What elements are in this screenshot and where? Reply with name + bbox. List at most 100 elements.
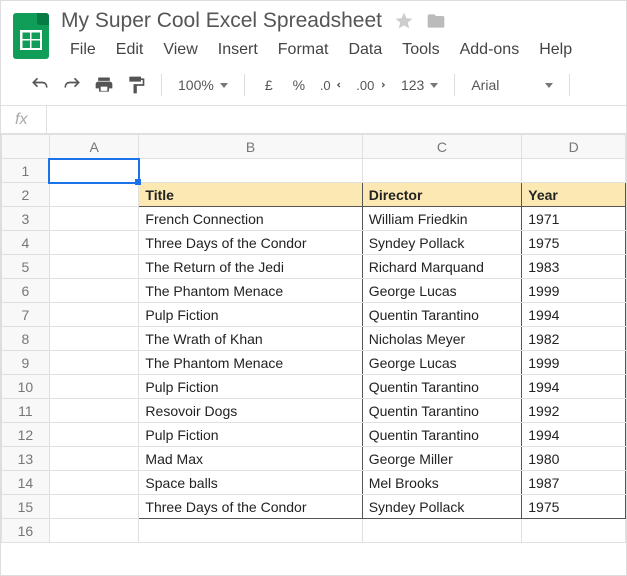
cell[interactable] bbox=[49, 327, 139, 351]
cell[interactable]: Mad Max bbox=[139, 447, 362, 471]
menu-edit[interactable]: Edit bbox=[107, 37, 153, 63]
star-icon[interactable] bbox=[394, 11, 414, 31]
paint-format-button[interactable] bbox=[123, 73, 149, 97]
column-header-B[interactable]: B bbox=[139, 135, 362, 159]
row-header[interactable]: 9 bbox=[2, 351, 50, 375]
cell[interactable] bbox=[49, 255, 139, 279]
row-header[interactable]: 4 bbox=[2, 231, 50, 255]
number-format-dropdown[interactable]: 123 bbox=[397, 77, 442, 93]
cell[interactable]: Pulp Fiction bbox=[139, 423, 362, 447]
cell[interactable]: George Lucas bbox=[362, 279, 522, 303]
print-button[interactable] bbox=[91, 73, 117, 97]
row-header[interactable]: 13 bbox=[2, 447, 50, 471]
row-header[interactable]: 8 bbox=[2, 327, 50, 351]
cell[interactable]: Nicholas Meyer bbox=[362, 327, 522, 351]
cell[interactable]: 1999 bbox=[522, 351, 626, 375]
cell[interactable]: George Lucas bbox=[362, 351, 522, 375]
menu-insert[interactable]: Insert bbox=[209, 37, 267, 63]
cell[interactable] bbox=[362, 519, 522, 543]
cell[interactable] bbox=[49, 183, 139, 207]
cell[interactable]: Director bbox=[362, 183, 522, 207]
increase-decimal-button[interactable]: .00 bbox=[353, 73, 391, 97]
row-header[interactable]: 15 bbox=[2, 495, 50, 519]
cell[interactable]: 1980 bbox=[522, 447, 626, 471]
cell[interactable]: 1971 bbox=[522, 207, 626, 231]
cell[interactable] bbox=[49, 519, 139, 543]
row-header[interactable]: 2 bbox=[2, 183, 50, 207]
menu-view[interactable]: View bbox=[154, 37, 206, 63]
row-header[interactable]: 1 bbox=[2, 159, 50, 183]
spreadsheet-grid[interactable]: A B C D 12 TitleDirectorYear 3 French Conne… bbox=[1, 134, 626, 543]
cell[interactable]: The Phantom Menace bbox=[139, 279, 362, 303]
cell[interactable]: 1992 bbox=[522, 399, 626, 423]
cell[interactable] bbox=[522, 519, 626, 543]
cell[interactable]: Syndey Pollack bbox=[362, 495, 522, 519]
cell[interactable]: Title bbox=[139, 183, 362, 207]
percent-button[interactable]: % bbox=[287, 73, 311, 97]
cell[interactable]: Three Days of the Condor bbox=[139, 231, 362, 255]
cell[interactable] bbox=[49, 231, 139, 255]
menu-data[interactable]: Data bbox=[339, 37, 391, 63]
select-all-corner[interactable] bbox=[2, 135, 50, 159]
currency-button[interactable]: £ bbox=[257, 73, 281, 97]
cell[interactable]: Pulp Fiction bbox=[139, 303, 362, 327]
cell[interactable]: 1982 bbox=[522, 327, 626, 351]
cell[interactable] bbox=[49, 423, 139, 447]
row-header[interactable]: 12 bbox=[2, 423, 50, 447]
column-header-D[interactable]: D bbox=[522, 135, 626, 159]
decrease-decimal-button[interactable]: .0 bbox=[317, 73, 347, 97]
cell[interactable] bbox=[49, 351, 139, 375]
menu-help[interactable]: Help bbox=[530, 37, 581, 63]
cell[interactable]: Three Days of the Condor bbox=[139, 495, 362, 519]
sheets-logo[interactable] bbox=[13, 13, 49, 59]
folder-icon[interactable] bbox=[426, 11, 446, 31]
row-header[interactable]: 14 bbox=[2, 471, 50, 495]
cell[interactable] bbox=[49, 159, 139, 183]
cell[interactable]: 1975 bbox=[522, 495, 626, 519]
cell[interactable]: Quentin Tarantino bbox=[362, 375, 522, 399]
cell[interactable] bbox=[49, 471, 139, 495]
cell[interactable]: Pulp Fiction bbox=[139, 375, 362, 399]
cell[interactable] bbox=[139, 519, 362, 543]
cell[interactable]: 1975 bbox=[522, 231, 626, 255]
cell[interactable]: The Wrath of Khan bbox=[139, 327, 362, 351]
cell[interactable]: Year bbox=[522, 183, 626, 207]
cell[interactable]: Quentin Tarantino bbox=[362, 399, 522, 423]
cell[interactable]: 1987 bbox=[522, 471, 626, 495]
column-header-A[interactable]: A bbox=[49, 135, 139, 159]
row-header[interactable]: 3 bbox=[2, 207, 50, 231]
cell[interactable] bbox=[49, 399, 139, 423]
cell[interactable]: 1999 bbox=[522, 279, 626, 303]
cell[interactable] bbox=[522, 159, 626, 183]
cell[interactable] bbox=[49, 303, 139, 327]
formula-input[interactable] bbox=[47, 106, 626, 133]
row-header[interactable]: 5 bbox=[2, 255, 50, 279]
font-dropdown[interactable]: Arial bbox=[467, 77, 557, 93]
cell[interactable] bbox=[49, 447, 139, 471]
cell[interactable]: 1983 bbox=[522, 255, 626, 279]
row-header[interactable]: 10 bbox=[2, 375, 50, 399]
cell[interactable]: Quentin Tarantino bbox=[362, 303, 522, 327]
cell[interactable]: French Connection bbox=[139, 207, 362, 231]
cell[interactable]: The Phantom Menace bbox=[139, 351, 362, 375]
cell[interactable]: Mel Brooks bbox=[362, 471, 522, 495]
cell[interactable]: Resovoir Dogs bbox=[139, 399, 362, 423]
cell[interactable]: Quentin Tarantino bbox=[362, 423, 522, 447]
cell[interactable] bbox=[49, 495, 139, 519]
row-header[interactable]: 7 bbox=[2, 303, 50, 327]
cell[interactable]: The Return of the Jedi bbox=[139, 255, 362, 279]
undo-button[interactable] bbox=[27, 73, 53, 97]
cell[interactable]: 1994 bbox=[522, 303, 626, 327]
cell[interactable]: Space balls bbox=[139, 471, 362, 495]
cell[interactable]: 1994 bbox=[522, 423, 626, 447]
row-header[interactable]: 11 bbox=[2, 399, 50, 423]
cell[interactable] bbox=[139, 159, 362, 183]
menu-addons[interactable]: Add-ons bbox=[451, 37, 529, 63]
cell[interactable]: William Friedkin bbox=[362, 207, 522, 231]
cell[interactable] bbox=[49, 375, 139, 399]
cell[interactable] bbox=[362, 159, 522, 183]
row-header[interactable]: 16 bbox=[2, 519, 50, 543]
cell[interactable]: Richard Marquand bbox=[362, 255, 522, 279]
row-header[interactable]: 6 bbox=[2, 279, 50, 303]
column-header-C[interactable]: C bbox=[362, 135, 522, 159]
